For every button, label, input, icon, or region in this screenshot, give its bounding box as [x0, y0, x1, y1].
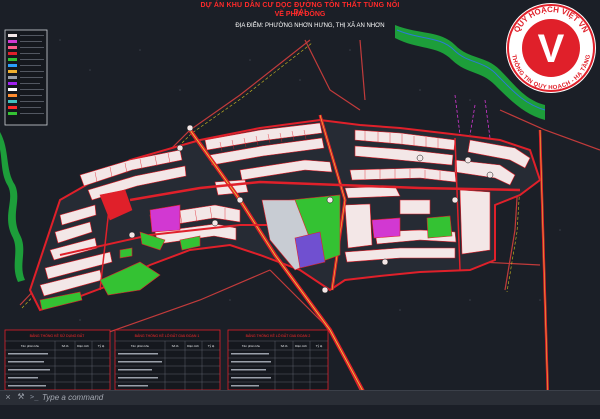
quy-hoach-viet-logo: QUY HOẠCH VIỆT VN THÔNG TIN QUY HOẠCH - …: [506, 3, 596, 93]
table2-col-pct: Tỷ lệ: [208, 344, 215, 348]
table3-col-area: Diện tích: [295, 344, 307, 348]
legend-box: [4, 29, 48, 126]
table3-title: BẢNG THỐNG KÊ LÔ ĐẤT GIAI ĐOẠN 2: [246, 333, 311, 338]
wrench-icon[interactable]: ⚒: [16, 392, 26, 402]
command-input[interactable]: [42, 391, 302, 403]
table3-col-lots: Số lô: [281, 344, 288, 348]
command-line-bar: × ⚒ >_: [0, 390, 600, 405]
close-icon[interactable]: ×: [3, 392, 13, 402]
land-use-tables: BẢNG THỐNG KÊ SỬ DỤNG ĐẤT BẢNG THỐNG KÊ …: [4, 329, 329, 391]
table1-col-name: Tên phân khu: [21, 344, 40, 348]
table1-title: BẢNG THỐNG KÊ SỬ DỤNG ĐẤT: [30, 333, 86, 338]
table1-col-lots: Số lô: [62, 344, 69, 348]
plan-location: ĐỊA ĐIỂM: PHƯỜNG NHƠN HƯNG, THỊ XÃ AN NH…: [235, 23, 385, 29]
logo-letter: V: [538, 27, 565, 71]
prompt-icon: >_: [30, 393, 39, 401]
table2-col-name: Tên phân khu: [131, 344, 150, 348]
table1-col-pct: Tỷ lệ: [98, 344, 105, 348]
table3-col-name: Tên phân khu: [242, 344, 261, 348]
cad-drawing-canvas[interactable]: BẢNG THỐNG KÊ SỬ DỤNG ĐẤT BẢNG THỐNG KÊ …: [0, 0, 600, 419]
plan-title-line2: VỀ PHÍA ĐÔNG: [274, 11, 326, 18]
table2-col-lots: Số lô: [172, 344, 179, 348]
table1-col-area: Diện tích: [77, 344, 89, 348]
table2-title: BẢNG THỐNG KÊ LÔ ĐẤT GIAI ĐOẠN 1: [135, 333, 200, 338]
table3-col-pct: Tỷ lệ: [316, 344, 323, 348]
table2-col-area: Diện tích: [187, 344, 199, 348]
